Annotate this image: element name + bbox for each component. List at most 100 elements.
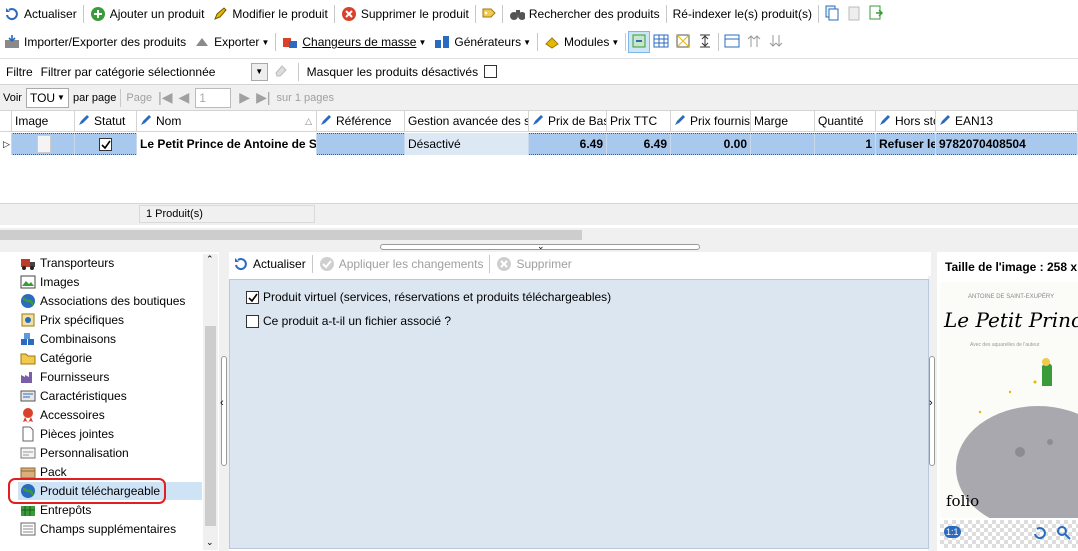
column-header-supplier-price[interactable]: Prix fournis — [671, 111, 751, 132]
nav-item-attachments[interactable]: Pièces jointes — [20, 425, 114, 443]
column-header-price-ttc[interactable]: Prix TTC — [607, 111, 671, 132]
import-export-button[interactable]: Importer/Exporter des produits — [0, 31, 190, 53]
row-reference-cell[interactable] — [317, 133, 405, 155]
fit-button[interactable] — [672, 31, 694, 53]
associated-file-option[interactable]: Ce produit a-t-il un fichier associé ? — [246, 314, 451, 328]
chevron-left-icon: ‹ — [220, 397, 224, 409]
search-products-button[interactable]: Rechercher des produits — [505, 3, 664, 25]
delete-product-button[interactable]: Supprimer le produit — [337, 3, 473, 25]
column-header-out-of-stock[interactable]: Hors sto — [876, 111, 936, 132]
row-quantity-cell[interactable]: 1 — [815, 133, 876, 155]
column-header-reference[interactable]: Référence — [317, 111, 405, 132]
sort-up-button[interactable] — [743, 31, 765, 53]
refresh-button[interactable]: Actualiser — [0, 3, 81, 25]
row-supplier-price-cell[interactable]: 0.00 — [671, 133, 751, 155]
nav-item-images[interactable]: Images — [20, 273, 79, 291]
modules-dropdown[interactable]: Modules ▼ — [540, 31, 623, 53]
tag-icon — [481, 5, 497, 24]
panel-refresh-button[interactable]: Actualiser — [229, 253, 310, 275]
row-price-ttc-cell[interactable]: 6.49 — [607, 133, 671, 155]
add-product-button[interactable]: Ajouter un produit — [86, 3, 209, 25]
clear-filter-button[interactable] — [274, 63, 288, 80]
hide-disabled-checkbox[interactable] — [484, 65, 498, 78]
sync-view-button[interactable] — [628, 31, 651, 53]
per-page-label: par page — [72, 91, 117, 104]
row-base-price-cell[interactable]: 6.49 — [529, 133, 607, 155]
page-input[interactable]: 1 — [195, 87, 232, 108]
grid-view-button[interactable] — [650, 31, 672, 53]
status-checkbox[interactable] — [99, 137, 112, 151]
columns-button[interactable] — [721, 31, 743, 53]
nav-item-specific-prices[interactable]: Prix spécifiques — [20, 311, 124, 329]
column-header-status[interactable]: Statut — [75, 111, 137, 132]
chevron-down-icon[interactable]: ⌄ — [206, 537, 214, 548]
scrollbar-thumb[interactable] — [205, 326, 216, 526]
row-status-cell[interactable] — [75, 133, 137, 155]
column-header-label: Référence — [336, 114, 392, 128]
image-icon — [20, 274, 36, 290]
refresh-icon — [233, 256, 249, 272]
filter-dropdown-button[interactable]: ▼ — [250, 62, 268, 81]
export-doc-button[interactable] — [865, 3, 887, 25]
generators-dropdown[interactable]: Générateurs ▼ — [430, 31, 535, 53]
filter-select-value[interactable]: Filtrer par catégorie sélectionnée — [41, 65, 251, 79]
first-page-button[interactable]: |◀ — [158, 89, 172, 106]
duplicate-button[interactable] — [821, 3, 843, 25]
mass-changers-dropdown[interactable]: Changeurs de masse ▼ — [278, 31, 430, 53]
column-header-quantity[interactable]: Quantité — [815, 111, 876, 132]
separator — [333, 5, 335, 23]
column-header-base-price[interactable]: Prix de Base — [529, 111, 607, 132]
nav-item-features[interactable]: Caractéristiques — [20, 387, 127, 405]
virtual-product-checkbox[interactable] — [246, 290, 259, 304]
column-header-ean13[interactable]: EAN13 — [936, 111, 1078, 132]
sort-down-button[interactable] — [765, 31, 787, 53]
separator — [82, 5, 84, 23]
associated-file-checkbox[interactable] — [246, 314, 259, 328]
edit-product-button[interactable]: Modifier le produit — [208, 3, 331, 25]
scrollbar-thumb[interactable] — [0, 230, 582, 240]
row-out-of-stock-cell[interactable]: Refuser le — [876, 133, 936, 155]
paste-button[interactable] — [843, 3, 865, 25]
row-image-cell[interactable] — [12, 133, 75, 155]
virtual-product-option[interactable]: Produit virtuel (services, réservations … — [246, 290, 611, 304]
column-header-image[interactable]: Image — [12, 111, 75, 132]
panel-delete-button[interactable]: Supprimer — [492, 253, 575, 275]
last-page-button[interactable]: ▶| — [256, 89, 270, 106]
nav-item-extra-fields[interactable]: Champs supplémentaires — [20, 520, 176, 538]
apply-changes-button[interactable]: Appliquer les changements — [315, 253, 488, 275]
nav-item-transporteurs[interactable]: Transporteurs — [20, 254, 114, 272]
nav-item-category[interactable]: Catégorie — [20, 349, 92, 367]
column-header-name[interactable]: Nom △ — [137, 111, 317, 132]
nav-item-shop-associations[interactable]: Associations des boutiques — [20, 292, 185, 310]
nav-item-combinations[interactable]: Combinaisons — [20, 330, 116, 348]
export-dropdown[interactable]: Exporter ▼ — [190, 31, 273, 53]
nav-vertical-scrollbar[interactable]: ⌃ ⌄ — [203, 254, 218, 550]
rotate-button[interactable] — [1032, 525, 1048, 544]
splitter-grip[interactable] — [221, 356, 227, 466]
next-page-button[interactable]: ▶ — [239, 89, 250, 106]
prev-page-button[interactable]: ◀ — [179, 89, 190, 106]
chevron-down-icon: ▼ — [57, 93, 65, 102]
row-margin-cell[interactable] — [751, 133, 815, 155]
zoom-actual-button[interactable]: 1:1 — [944, 526, 961, 538]
export-doc-icon — [868, 5, 884, 24]
reindex-button[interactable]: Ré-indexer le(s) produit(s) — [669, 3, 816, 25]
nav-item-suppliers[interactable]: Fournisseurs — [20, 368, 109, 386]
row-ean13-cell[interactable]: 9782070408504 — [936, 133, 1078, 155]
nav-item-customization[interactable]: Personnalisation — [20, 444, 129, 462]
per-page-select[interactable]: TOU ▼ — [25, 87, 69, 108]
nav-item-accessories[interactable]: Accessoires — [20, 406, 105, 424]
splitter[interactable]: ⌄ — [0, 241, 1078, 252]
tag-button[interactable] — [478, 3, 500, 25]
expand-button[interactable] — [694, 31, 716, 53]
row-stock-mgmt-cell[interactable]: Désactivé — [405, 133, 529, 155]
zoom-button[interactable] — [1056, 525, 1072, 544]
nav-item-warehouses[interactable]: Entrepôts — [20, 501, 91, 519]
refresh-icon — [4, 6, 20, 22]
left-splitter[interactable]: ‹ — [219, 252, 229, 551]
grid-horizontal-scrollbar[interactable] — [0, 228, 1078, 242]
chevron-up-icon[interactable]: ⌃ — [206, 254, 214, 265]
column-header-stock-mgmt[interactable]: Gestion avancée des sto — [405, 111, 529, 132]
column-header-margin[interactable]: Marge — [751, 111, 815, 132]
row-name-cell[interactable]: Le Petit Prince de Antoine de Sa — [137, 133, 317, 155]
